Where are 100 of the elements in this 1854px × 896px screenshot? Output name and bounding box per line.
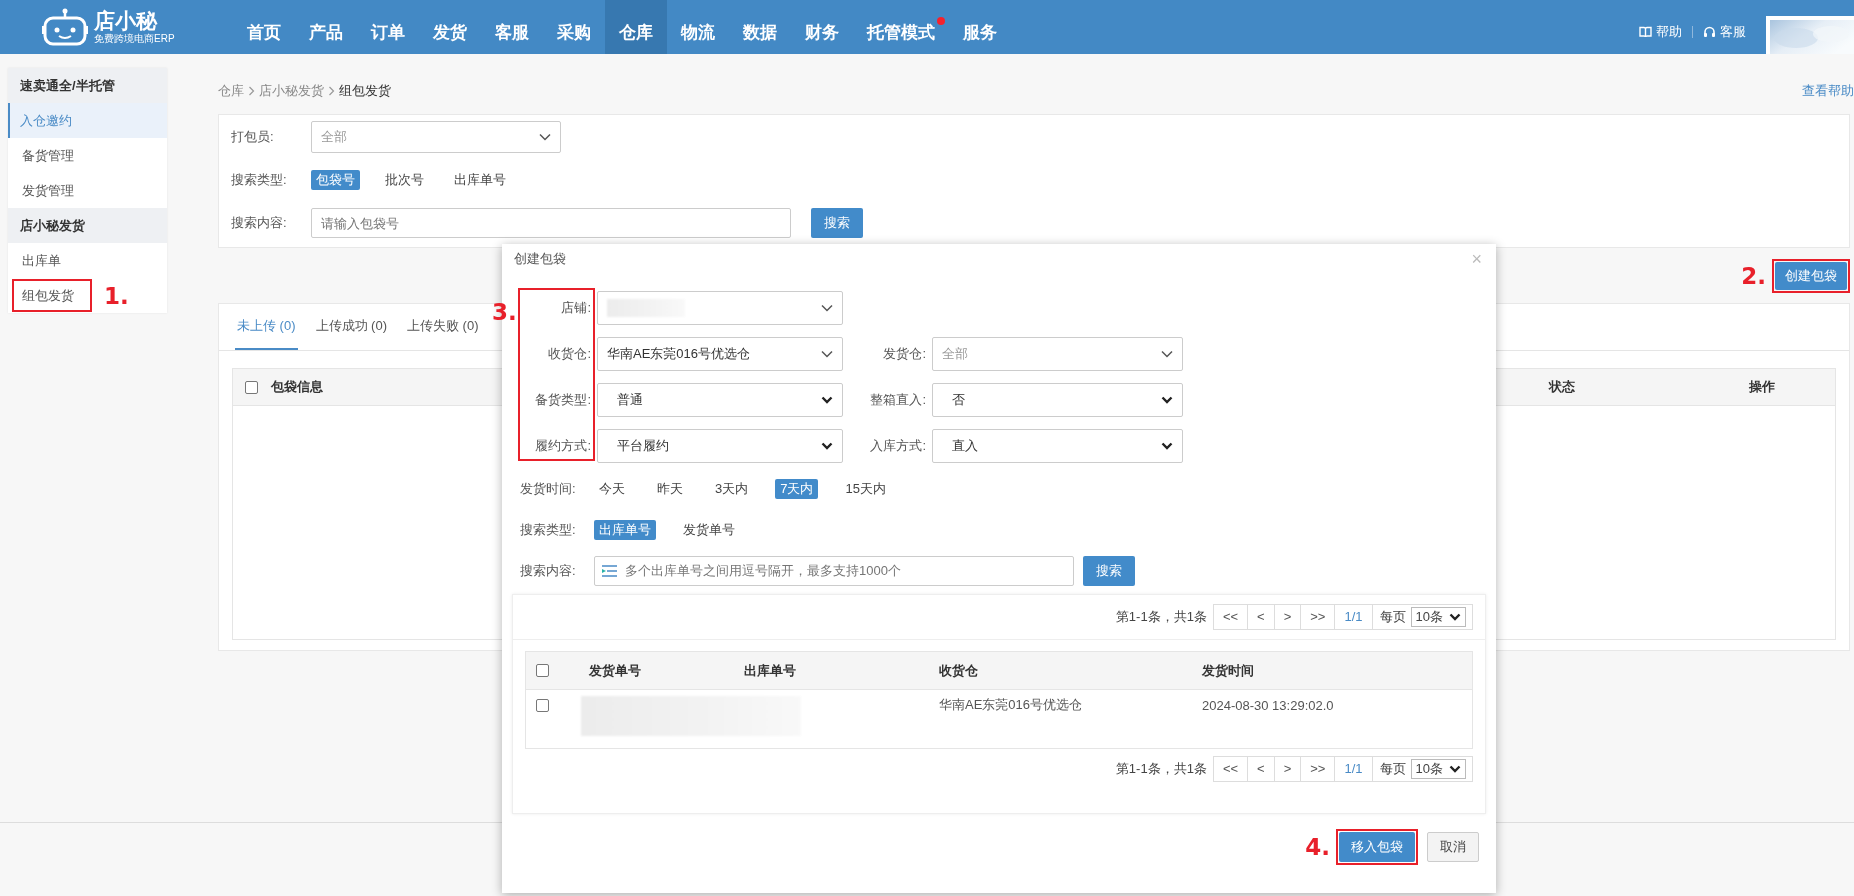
tab[interactable]: 未上传 (0)	[235, 304, 298, 350]
search-button[interactable]: 搜索	[811, 208, 863, 238]
column-header: 包袋信息	[271, 378, 324, 396]
chevron-down-icon	[1449, 613, 1461, 621]
nav-item[interactable]: 产品	[295, 0, 357, 54]
logo-tagline: 免费跨境电商ERP	[94, 33, 175, 45]
sidebar-item[interactable]: 出库单	[8, 243, 167, 278]
search-button[interactable]: 搜索	[1083, 555, 1135, 586]
page-button[interactable]: <<	[1213, 605, 1249, 629]
step-number: 4.	[1305, 834, 1330, 860]
time-range-option[interactable]: 昨天	[652, 478, 688, 499]
create-bag-button[interactable]: 创建包袋	[1775, 261, 1847, 290]
page-button[interactable]: >>	[1301, 757, 1336, 781]
pagination-summary: 第1-1条，共1条	[1115, 608, 1207, 626]
nav-item[interactable]: 订单	[357, 0, 419, 54]
column-header: 出库单号	[744, 661, 797, 680]
search-type-option[interactable]: 出库单号	[449, 170, 511, 190]
chevron-right-icon	[328, 86, 335, 96]
page-button[interactable]: >	[1274, 605, 1302, 629]
sidebar-item[interactable]: 备货管理	[8, 138, 167, 173]
nav-item[interactable]: 仓库	[605, 0, 667, 54]
checkbox[interactable]	[536, 664, 549, 677]
field-label: 店铺:	[560, 299, 591, 317]
page-button[interactable]: <<	[1213, 757, 1249, 781]
table-cell-text: 2024-08-30 13:29:02.0	[1202, 696, 1335, 714]
nav-item[interactable]: 首页	[233, 0, 295, 54]
page-button[interactable]: <	[1248, 757, 1275, 781]
nav-item[interactable]: 采购	[543, 0, 605, 54]
page-size-select[interactable]: 10条	[1410, 759, 1466, 779]
breadcrumb-item: 组包发货	[339, 82, 391, 100]
nav-item[interactable]: 财务	[791, 0, 853, 54]
book-icon	[1639, 26, 1652, 38]
field-label: 打包员:	[231, 128, 275, 146]
field-label: 收货仓:	[547, 345, 591, 363]
page-button[interactable]: >>	[1301, 605, 1336, 629]
time-range-option[interactable]: 7天内	[775, 478, 819, 499]
page-indicator: 1/1	[1335, 605, 1373, 629]
field-label: 履约方式:	[534, 437, 591, 455]
dropdown[interactable]: 华南AE东莞016号优选仓	[597, 337, 843, 371]
tab[interactable]: 上传成功 (0)	[313, 304, 389, 350]
chevron-down-icon	[1161, 442, 1173, 450]
dialog-title: 创建包袋	[514, 250, 566, 268]
sidebar-item[interactable]: 组包发货 1.	[8, 278, 167, 313]
per-page-label: 每页	[1378, 760, 1407, 778]
robot-logo-icon	[42, 8, 88, 46]
search-type-option[interactable]: 包袋号	[311, 170, 360, 190]
search-type-option[interactable]: 批次号	[380, 170, 429, 190]
page-indicator: 1/1	[1335, 757, 1373, 781]
column-header: 收货仓	[939, 661, 979, 680]
search-field[interactable]: 请输入包袋号	[311, 208, 791, 238]
dropdown[interactable]: 普通	[597, 383, 843, 417]
sidebar-item[interactable]: 发货管理	[8, 173, 167, 208]
field-label: 搜索内容:	[231, 214, 288, 232]
chevron-down-icon	[1161, 396, 1173, 404]
header-link[interactable]: 客服	[1703, 23, 1746, 41]
checkbox[interactable]	[245, 380, 258, 394]
time-range-option[interactable]: 15天内	[840, 478, 891, 499]
chevron-right-icon	[248, 86, 255, 96]
dropdown[interactable]: 平台履约	[597, 429, 843, 463]
page-button[interactable]: >	[1274, 757, 1302, 781]
time-range-option[interactable]: 今天	[594, 478, 630, 499]
field-label: 入库方式:	[869, 437, 926, 455]
breadcrumb-item[interactable]: 店小秘发货	[259, 82, 324, 100]
time-range-option[interactable]: 3天内	[710, 478, 754, 499]
search-field[interactable]: 多个出库单号之间用逗号隔开，最多支持1000个	[594, 555, 1074, 586]
dropdown[interactable]: 直入	[932, 429, 1183, 463]
list-icon	[602, 564, 617, 577]
column-header: 状态	[1549, 378, 1576, 396]
move-to-bag-button[interactable]: 移入包袋	[1339, 832, 1415, 862]
checkbox[interactable]	[536, 698, 549, 712]
field-label: 整箱直入:	[869, 391, 926, 409]
dropdown[interactable]: 否	[932, 383, 1183, 417]
nav-item[interactable]: 数据	[729, 0, 791, 54]
chevron-down-icon	[821, 350, 833, 358]
field-label: 发货时间:	[520, 479, 577, 498]
header-link[interactable]: 帮助	[1639, 23, 1682, 41]
search-type-option[interactable]: 发货单号	[678, 519, 740, 540]
sidebar-heading: 速卖通全/半托管	[8, 68, 167, 103]
cancel-button[interactable]: 取消	[1427, 832, 1479, 862]
page-button[interactable]: <	[1248, 605, 1275, 629]
nav-item[interactable]: 托管模式	[853, 0, 949, 54]
nav-item[interactable]: 服务	[949, 0, 1011, 54]
page-size-select[interactable]: 10条	[1410, 607, 1466, 627]
nav-item[interactable]: 物流	[667, 0, 729, 54]
chevron-down-icon	[1161, 350, 1173, 358]
chevron-down-icon	[1449, 765, 1461, 773]
tab[interactable]: 上传失败 (0)	[405, 304, 481, 350]
column-header: 操作	[1749, 378, 1776, 396]
column-header: 发货单号	[589, 661, 642, 680]
breadcrumb-item[interactable]: 仓库	[218, 82, 244, 100]
per-page-label: 每页	[1378, 608, 1407, 626]
help-link[interactable]: 查看帮助	[1802, 82, 1854, 100]
step-number: 3.	[492, 299, 517, 325]
nav-item[interactable]: 发货	[419, 0, 481, 54]
field-label: 搜索类型:	[520, 520, 577, 539]
pagination-summary: 第1-1条，共1条	[1115, 760, 1207, 778]
nav-item[interactable]: 客服	[481, 0, 543, 54]
search-type-option[interactable]: 出库单号	[594, 519, 656, 540]
field-label: 搜索类型:	[231, 171, 288, 189]
chevron-down-icon	[821, 396, 833, 404]
